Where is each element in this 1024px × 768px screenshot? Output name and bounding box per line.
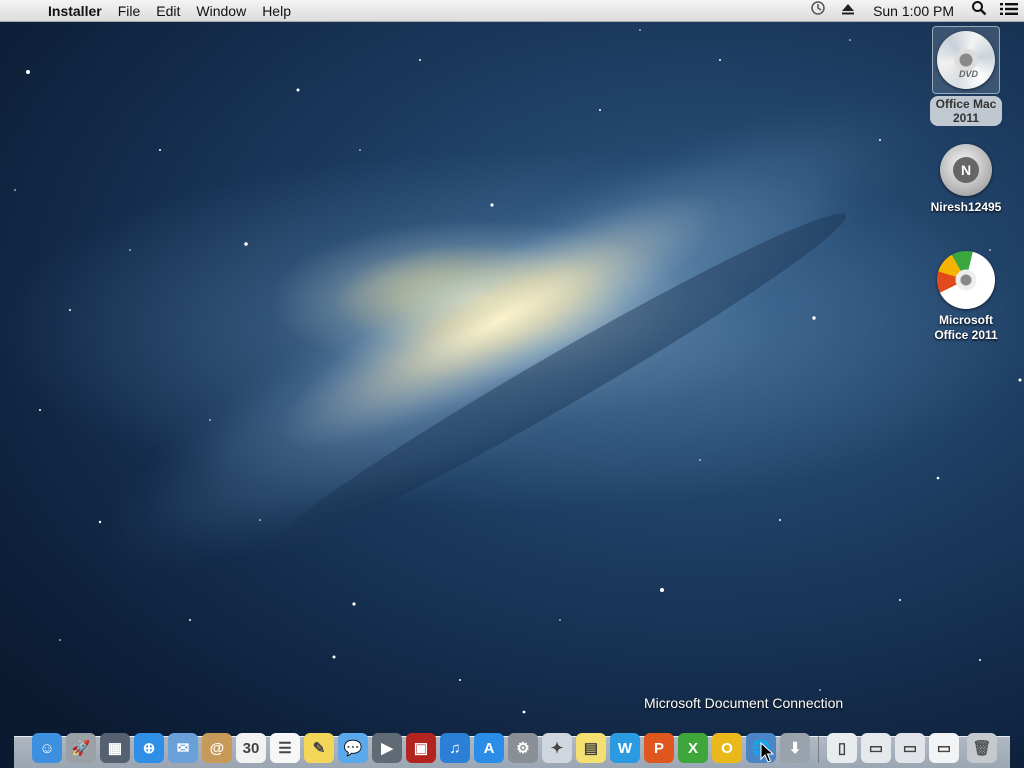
desktop-icon-niresh12495[interactable]: N Niresh12495 [916, 144, 1016, 215]
menu-bar-status-area: Sun 1:00 PM [803, 0, 1024, 22]
desktop-screen[interactable]: Installer File Edit Window Help Sun 1:00… [0, 0, 1024, 768]
finder-icon[interactable]: ☺ [32, 733, 62, 763]
office-installer-disc-icon [937, 251, 995, 309]
app-menu-installer[interactable]: Installer [40, 0, 110, 22]
notification-center-icon[interactable] [994, 0, 1024, 22]
trash-icon[interactable]: 🗑 [967, 733, 997, 763]
mouse-cursor-icon [760, 742, 774, 763]
desktop-icon-office-mac-2011-dvd[interactable]: DVD Office Mac 2011 [916, 26, 1016, 127]
menu-help[interactable]: Help [254, 0, 299, 22]
label-line-1: Microsoft [939, 313, 993, 327]
mission-control-icon[interactable]: ▦ [100, 733, 130, 763]
notes-icon[interactable]: ✎ [304, 733, 334, 763]
menu-window[interactable]: Window [188, 0, 254, 22]
boot-disk-icon: N [940, 144, 992, 196]
galaxy-wallpaper [14, 29, 1022, 714]
dvd-selection-highlight: DVD [932, 26, 1000, 94]
launchpad-icon[interactable]: 🚀 [66, 733, 96, 763]
desktop-icon-label: Niresh12495 [930, 200, 1002, 214]
reminders-icon[interactable]: ☰ [270, 733, 300, 763]
contacts-icon[interactable]: @ [202, 733, 232, 763]
label-line-2: 2011 [952, 111, 980, 125]
menu-bar: Installer File Edit Window Help Sun 1:00… [0, 0, 1024, 22]
spotlight-search-icon[interactable] [964, 0, 994, 22]
word-icon[interactable]: W [610, 733, 640, 763]
document-stack-3-icon[interactable]: ▭ [895, 733, 925, 763]
eject-icon[interactable] [833, 0, 863, 22]
calendar-icon[interactable]: 30 [236, 733, 266, 763]
menu-edit[interactable]: Edit [148, 0, 188, 22]
automator-icon[interactable]: ✦ [542, 733, 572, 763]
stickies-icon[interactable]: ▤ [576, 733, 606, 763]
messages-icon[interactable]: 💬 [338, 733, 368, 763]
desktop-icon-label: Microsoft Office 2011 [916, 313, 1016, 343]
label-line-2: Office 2011 [934, 328, 998, 342]
document-stack-icon[interactable]: ▯ [827, 733, 857, 763]
outlook-icon[interactable]: O [712, 733, 742, 763]
menu-clock[interactable]: Sun 1:00 PM [863, 0, 964, 22]
system-preferences-icon[interactable]: ⚙ [508, 733, 538, 763]
downloads-icon[interactable]: ⬇ [780, 733, 810, 763]
apple-logo-badge: N [953, 157, 979, 183]
menu-file[interactable]: File [110, 0, 149, 22]
dvd-disc-icon: DVD [937, 31, 995, 89]
app-store-icon[interactable]: A [474, 733, 504, 763]
dock-separator [818, 735, 819, 763]
document-stack-4-icon[interactable]: ▭ [929, 733, 959, 763]
powerpoint-icon[interactable]: P [644, 733, 674, 763]
time-machine-icon[interactable] [803, 0, 833, 22]
desktop-icon-label: Office Mac 2011 [929, 96, 1003, 126]
mail-stamp-icon[interactable]: ✉ [168, 733, 198, 763]
desktop-icon-microsoft-office-2011[interactable]: Microsoft Office 2011 [916, 251, 1016, 343]
itunes-icon[interactable]: ♫ [440, 733, 470, 763]
excel-icon[interactable]: X [678, 733, 708, 763]
dock: ☺🚀▦⊕✉@30☰✎💬▶▣♫A⚙✦▤WPXO🌐⬇ ▯▭▭▭ 🗑 [30, 725, 999, 763]
label-line-1: Office Mac [935, 97, 997, 111]
dvd-disc-text: DVD [959, 69, 979, 79]
dock-tooltip: Microsoft Document Connection [644, 695, 844, 711]
photo-booth-icon[interactable]: ▣ [406, 733, 436, 763]
facetime-icon[interactable]: ▶ [372, 733, 402, 763]
safari-icon[interactable]: ⊕ [134, 733, 164, 763]
document-stack-2-icon[interactable]: ▭ [861, 733, 891, 763]
